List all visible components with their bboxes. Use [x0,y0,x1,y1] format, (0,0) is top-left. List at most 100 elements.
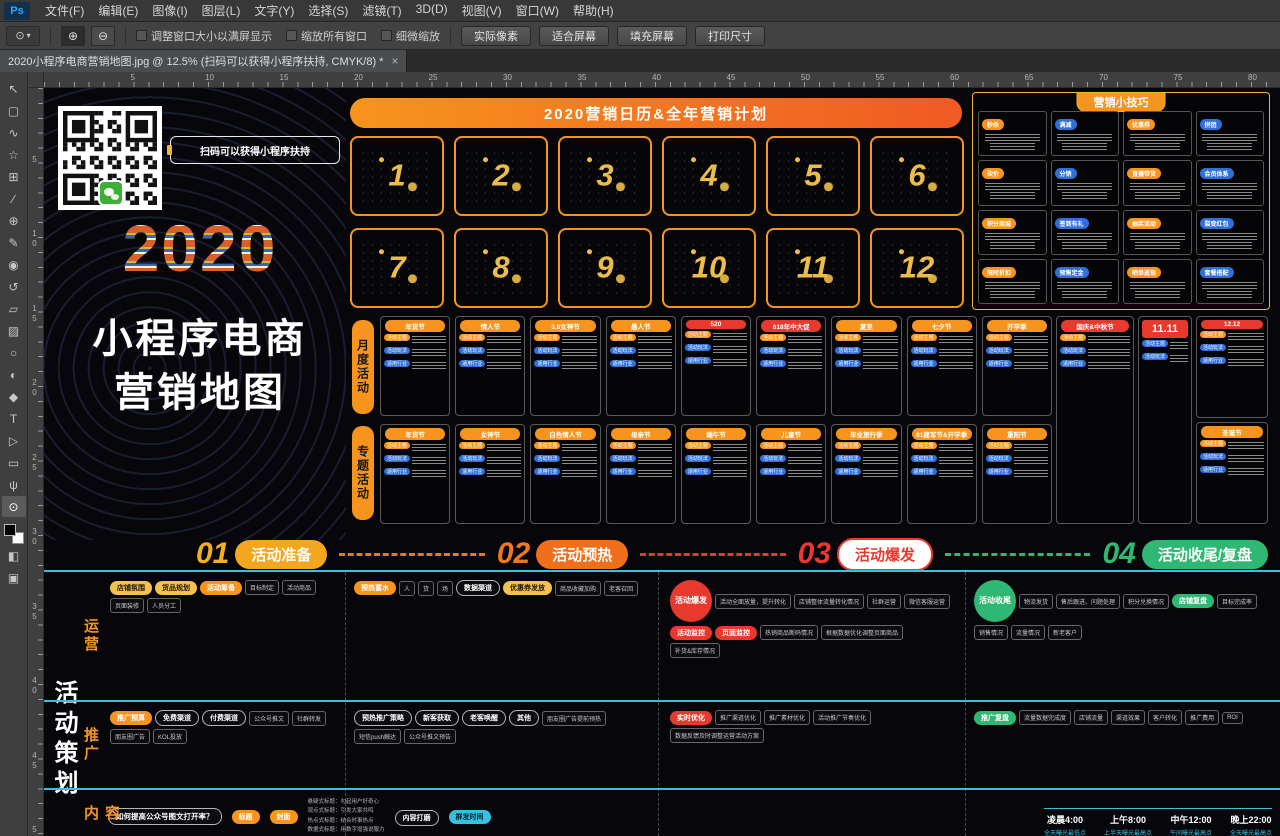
card-row-text [487,470,521,479]
card-double11: 11.11活动主题活动玩法 [1138,316,1192,524]
card-row-text [788,362,822,371]
card-row-text [1088,336,1130,345]
active-tool-icon[interactable]: ⊙▾ [6,26,40,46]
monthly-activities-label: 月度活动 [352,320,374,414]
ruler-number: 30 [503,73,512,82]
ruler-number: 20 [30,378,39,398]
option-checkboxes: 调整窗口大小以满屏显示缩放所有窗口细微缩放 [136,28,440,44]
phase-banner-01: 活动准备 [235,540,327,569]
tip-box-10: 签到有礼 [1051,210,1120,255]
ruler-number: 55 [876,73,885,82]
clone-stamp-tool-icon: ◉ [8,258,18,272]
document-canvas[interactable]: 扫码可以获得小程序扶持 2020 小程序电商 营销地图 2020营销日历&全年营… [44,88,1280,836]
tip-text-lines [1135,192,1180,199]
tip-title: 满减 [1055,119,1077,130]
time-description: 全天曝光最高点 [1230,828,1272,836]
card-row-label: 活动主题 [685,442,711,449]
type-tool[interactable]: T [2,408,26,429]
menu-item-6[interactable]: 选择(S) [301,0,355,21]
eyedropper-tool-icon: ∕ [12,192,14,206]
separator [125,27,126,45]
option-checkbox-3[interactable]: 细微缩放 [381,28,440,44]
menu-item-4[interactable]: 图层(L) [195,0,248,21]
marquee-tool[interactable]: ▢ [2,100,26,121]
calendar-month-number: 7 [352,249,442,285]
screen-mode-button[interactable]: ▣ [2,567,26,588]
brush-tool[interactable]: ✎ [2,232,26,253]
phase-banner-03: 活动爆发 [837,538,933,571]
card-row-label: 适用行业 [384,360,410,367]
menu-item-5[interactable]: 文字(Y) [247,0,301,21]
tip-text-lines [1057,134,1112,141]
option-button-2[interactable]: 适合屏幕 [539,26,609,46]
crop-tool[interactable]: ⊞ [2,166,26,187]
card-row-活动主题: 活动主题 [1200,331,1264,342]
menu-item-1[interactable]: 文件(F) [38,0,91,21]
mindmap-node: 客户转化 [1148,710,1182,725]
option-button-3[interactable]: 填充屏幕 [617,26,687,46]
option-checkbox-1[interactable]: 调整窗口大小以满屏显示 [136,28,272,44]
eyedropper-tool[interactable]: ∕ [2,188,26,209]
time-slot: 中午12:00午间曝光最高点 [1170,813,1212,836]
card-row-label: 活动主题 [1060,334,1086,341]
history-brush-tool[interactable]: ↺ [2,276,26,297]
option-button-4[interactable]: 打印尺寸 [695,26,765,46]
path-select-tool[interactable]: ▷ [2,430,26,451]
hand-tool[interactable]: ψ [2,474,26,495]
zoom-tool[interactable]: ⊙ [2,496,26,517]
dodge-tool[interactable]: ◐ [2,364,26,385]
shape-tool[interactable]: ▭ [2,452,26,473]
menu-item-8[interactable]: 3D(D) [409,0,455,21]
tip-text-lines [1135,143,1180,150]
menu-item-2[interactable]: 编辑(E) [91,0,145,21]
year-end-promotions-zone: 国庆&中秋节活动主题活动玩法适用行业11.11活动主题活动玩法12.12活动主题… [1056,316,1268,524]
card-row-label: 活动玩法 [986,347,1012,354]
close-icon[interactable]: × [391,54,398,68]
mindmap-node: 推广费用 [1185,710,1219,725]
double11-block: 11.11 [1142,320,1188,338]
gradient-tool[interactable]: ▨ [2,320,26,341]
option-button-1[interactable]: 实际像素 [461,26,531,46]
clone-stamp-tool[interactable]: ◉ [2,254,26,275]
document-tab[interactable]: 2020小程序电商营销地图.jpg @ 12.5% (扫码可以获得小程序扶持, … [0,50,407,72]
foreground-color-swatch[interactable] [4,524,16,536]
move-tool[interactable]: ↖ [2,78,26,99]
pen-tool-icon: ◆ [9,390,18,404]
option-checkbox-2[interactable]: 缩放所有窗口 [286,28,367,44]
menu-item-11[interactable]: 帮助(H) [566,0,621,21]
options-bar: ⊙▾ ⊕ ⊖ 调整窗口大小以满屏显示缩放所有窗口细微缩放 实际像素适合屏幕填充屏… [0,22,1280,50]
magic-wand-tool[interactable]: ☆ [2,144,26,165]
monthly-card-6: 618年中大促活动主题活动玩法适用行业 [756,316,826,416]
special-card-3: 白色情人节活动主题活动玩法适用行业 [530,424,600,524]
card-row-活动主题: 活动主题 [986,442,1048,453]
pen-tool[interactable]: ◆ [2,386,26,407]
zoom-in-mode-button[interactable]: ⊕ [61,26,85,46]
color-swatches[interactable] [4,524,24,544]
card-row-text [939,362,973,371]
ruler-number: 5 [30,155,39,165]
lane-label-内容: 内容 [80,805,122,835]
menu-item-3[interactable]: 图像(I) [145,0,194,21]
card-row-label: 活动玩法 [534,347,560,354]
zoom-out-mode-button[interactable]: ⊖ [91,26,115,46]
card-row-text [939,457,973,466]
menu-item-10[interactable]: 窗口(W) [509,0,566,21]
card-row-活动玩法: 活动玩法 [610,347,672,358]
mindmap-node: 人 [399,581,415,596]
menu-item-7[interactable]: 滤镜(T) [355,0,408,21]
time-description: 上半天曝光最高点 [1104,828,1152,836]
card-row-label: 活动主题 [384,442,410,449]
menu-item-9[interactable]: 视图(V) [455,0,509,21]
time-value: 晚上22:00 [1230,813,1271,826]
tip-title: 签到有礼 [1055,218,1089,229]
quick-mask-button[interactable]: ◧ [2,545,26,566]
card-row-label: 活动主题 [685,331,711,338]
tip-text-lines [1202,233,1257,240]
mindmap-node: 活动收尾 [974,580,1016,622]
blur-tool[interactable]: ○ [2,342,26,363]
healing-brush-tool[interactable]: ⊕ [2,210,26,231]
calendar-month-4: 4 [662,136,756,216]
eraser-tool[interactable]: ▱ [2,298,26,319]
zoom-tool-icon: ⊙ [8,500,18,514]
lasso-tool[interactable]: ∿ [2,122,26,143]
